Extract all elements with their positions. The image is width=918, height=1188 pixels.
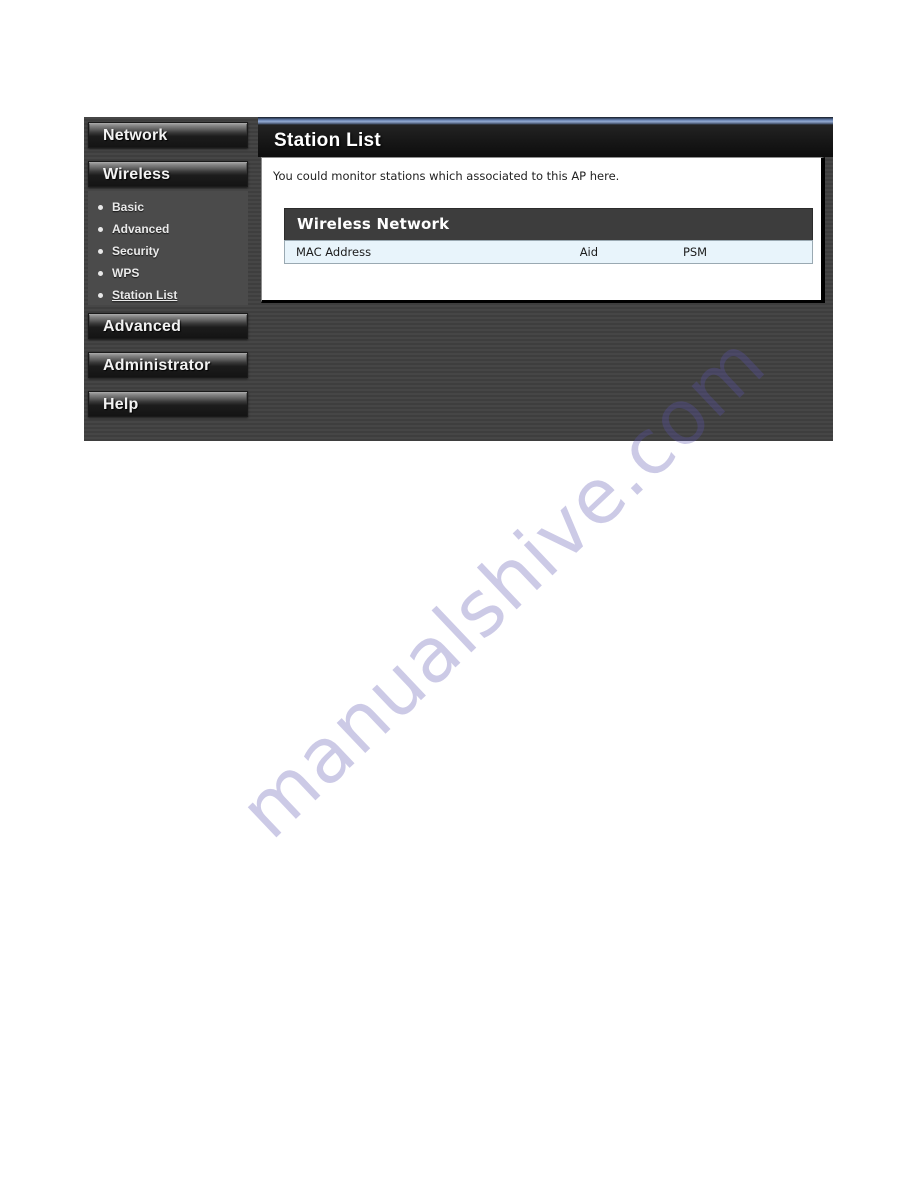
sidebar-item-administrator-label: Administrator [103,357,211,374]
sidebar-item-network[interactable]: Network [88,122,248,148]
sidebar-item-station-list[interactable]: Station List [88,285,248,307]
sidebar-item-security-label: Security [112,244,160,258]
content-body: You could monitor stations which associa… [261,157,825,303]
sidebar-item-basic[interactable]: Basic [88,197,248,219]
sidebar: Network Wireless Basic Advanced Security… [84,117,260,441]
column-header-psm: PSM [682,240,813,264]
sidebar-item-wireless-label: Wireless [103,166,171,183]
bullet-icon [98,205,103,210]
sidebar-item-wps-label: WPS [112,266,140,280]
bullet-icon [98,249,103,254]
bullet-icon [98,227,103,232]
sidebar-item-advanced[interactable]: Advanced [88,313,248,339]
sidebar-item-basic-label: Basic [112,200,145,214]
sidebar-item-network-label: Network [103,127,168,144]
content-accent-strip [258,117,833,125]
sidebar-item-advanced-sub-label: Advanced [112,222,170,236]
sidebar-submenu-wireless: Basic Advanced Security WPS Station List [88,191,248,305]
sidebar-item-wireless[interactable]: Wireless [88,161,248,187]
table-header-row: MAC Address Aid PSM [284,240,813,264]
column-header-mac-address: MAC Address [284,240,580,264]
sidebar-item-advanced-label: Advanced [103,318,182,335]
station-list-table: MAC Address Aid PSM [284,240,813,264]
wireless-network-card-title: Wireless Network [297,215,450,233]
wireless-network-card-header: Wireless Network [284,208,813,240]
column-header-aid: Aid [579,240,683,264]
page-title: Station List [274,130,382,151]
sidebar-item-wps[interactable]: WPS [88,263,248,285]
sidebar-item-station-list-label: Station List [112,288,178,302]
sidebar-item-security[interactable]: Security [88,241,248,263]
sidebar-item-advanced-sub[interactable]: Advanced [88,219,248,241]
bullet-icon [98,293,103,298]
sidebar-item-administrator[interactable]: Administrator [88,352,248,378]
content-title-bar: Station List [258,125,833,157]
wireless-network-card: Wireless Network MAC Address Aid PSM [284,208,813,264]
router-admin-page: Network Wireless Basic Advanced Security… [84,117,833,441]
intro-description: You could monitor stations which associa… [273,169,620,183]
sidebar-item-help-label: Help [103,396,139,413]
bullet-icon [98,271,103,276]
sidebar-item-help[interactable]: Help [88,391,248,417]
content-panel: Station List You could monitor stations … [258,117,833,306]
